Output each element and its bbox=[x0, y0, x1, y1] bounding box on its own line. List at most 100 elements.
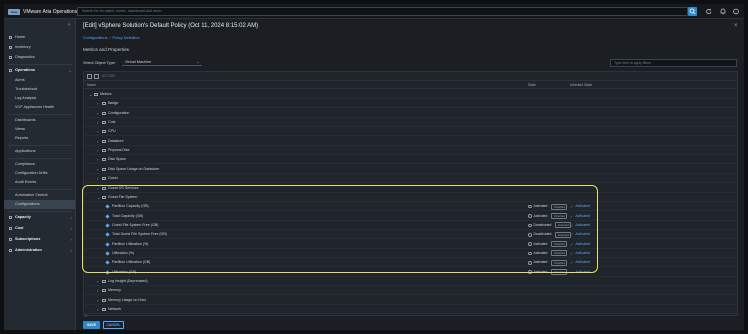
breadcrumb-policy-definition[interactable]: Policy Definition bbox=[113, 36, 140, 40]
folder-row[interactable]: › Guest OS Services bbox=[84, 184, 737, 193]
sidebar-item-reports[interactable]: Reports bbox=[4, 134, 75, 143]
collapse-sidebar-button[interactable]: « bbox=[65, 22, 73, 28]
folder-row[interactable]: › Log Insight (Deprecated) bbox=[84, 277, 737, 286]
folder-row[interactable]: › CPU bbox=[84, 127, 737, 137]
sidebar-section-operations[interactable]: Operations ⌄ bbox=[4, 66, 75, 75]
inherited-state: ✓ Activated bbox=[570, 249, 590, 258]
metric-row[interactable]: Guest File System Free (GB) Deactivated In… bbox=[84, 221, 737, 230]
state-selector[interactable]: Activated Inherited bbox=[528, 249, 568, 258]
chevron-right-icon[interactable]: › bbox=[97, 305, 98, 314]
metric-row[interactable]: Total Guest File System Free (GB) Deactiv… bbox=[84, 230, 737, 240]
chevron-right-icon[interactable]: › bbox=[97, 99, 98, 108]
folder-row[interactable]: › Guest bbox=[84, 174, 737, 184]
sidebar-item-configurations[interactable]: Configurations bbox=[4, 200, 75, 209]
folder-row[interactable]: ⌄ Guest File System bbox=[84, 193, 737, 202]
sidebar-section-cost[interactable]: Cost › bbox=[4, 224, 75, 233]
help-icon[interactable] bbox=[732, 7, 740, 16]
sidebar-item-automation-central[interactable]: Automation Central bbox=[4, 191, 75, 200]
chevron-right-icon[interactable]: › bbox=[97, 174, 98, 183]
state-radio[interactable] bbox=[528, 214, 532, 218]
folder-row[interactable]: › Disk Space Usage on Datastore bbox=[84, 165, 737, 174]
sidebar-item-audit-events[interactable]: Audit Events bbox=[4, 178, 75, 187]
metric-row[interactable]: Partition Utilization (GB) Activated Inher… bbox=[84, 258, 737, 268]
chevron-down-icon[interactable]: ⌄ bbox=[89, 90, 92, 99]
sidebar-item-vcf-appliances-health[interactable]: VCF Appliances Health bbox=[4, 103, 75, 112]
metric-row[interactable]: Utilization (GB) Activated Inherited ✓ Activ… bbox=[84, 268, 737, 277]
state-radio[interactable] bbox=[528, 223, 532, 228]
folder-row[interactable]: › Network bbox=[84, 305, 737, 315]
column-header-name[interactable]: Name bbox=[87, 82, 96, 89]
chevron-down-icon[interactable]: ⌄ bbox=[97, 193, 100, 202]
chevron-right-icon[interactable]: › bbox=[97, 277, 98, 286]
chevron-right-icon[interactable]: › bbox=[97, 137, 98, 146]
state-selector[interactable]: Activated Inherited bbox=[528, 240, 568, 249]
edit-icon[interactable] bbox=[94, 74, 99, 79]
folder-row[interactable]: › Cost bbox=[84, 118, 737, 128]
folder-row[interactable]: › Memory Usage on Host bbox=[84, 296, 737, 305]
state-selector[interactable]: Activated Inherited bbox=[528, 212, 568, 221]
state-radio[interactable] bbox=[528, 261, 532, 265]
sidebar-item-views[interactable]: Views bbox=[4, 125, 75, 134]
state-radio[interactable] bbox=[528, 242, 532, 246]
state-radio[interactable] bbox=[528, 233, 532, 237]
bell-icon[interactable] bbox=[719, 7, 727, 16]
folder-row[interactable]: › Disk Space bbox=[84, 155, 737, 165]
sidebar-section-administration[interactable]: Administration › bbox=[4, 246, 75, 255]
cancel-button[interactable]: CANCEL bbox=[103, 321, 124, 329]
global-search-input[interactable]: Search for an object, metric, dashboard … bbox=[77, 7, 688, 16]
sidebar-item-dashboards[interactable]: Dashboards bbox=[4, 116, 75, 125]
sidebar-item-configuration-drifts[interactable]: Configuration Drifts bbox=[4, 169, 75, 178]
sidebar-item-home[interactable]: Home bbox=[4, 33, 75, 42]
search-button[interactable] bbox=[688, 7, 697, 16]
state-selector[interactable]: Activated Inherited bbox=[528, 268, 568, 277]
folder-row[interactable]: › Configuration bbox=[84, 109, 737, 118]
chevron-right-icon[interactable]: › bbox=[97, 165, 98, 174]
chevron-right-icon[interactable]: › bbox=[97, 286, 98, 295]
chevron-right-icon[interactable]: › bbox=[97, 184, 98, 193]
sidebar-item-inventory[interactable]: Inventory bbox=[4, 43, 75, 52]
sidebar-item-diagnostics[interactable]: Diagnostics bbox=[4, 53, 75, 62]
sidebar-item-compliance[interactable]: Compliance bbox=[4, 160, 75, 169]
sidebar-item-applications[interactable]: Applications bbox=[4, 147, 75, 156]
sidebar-section-subscriptions[interactable]: Subscriptions › bbox=[4, 235, 75, 244]
save-button[interactable]: SAVE bbox=[83, 321, 100, 329]
metric-row[interactable]: Utilization (%) Activated Inherited ✓ Activa… bbox=[84, 249, 737, 258]
metric-row[interactable]: Partition Utilization (%) Activated Inheri… bbox=[84, 240, 737, 249]
metric-row[interactable]: Total Capacity (GB) Activated Inherited ✓ Ac… bbox=[84, 212, 737, 221]
folder-row[interactable]: › Badge bbox=[84, 99, 737, 109]
state-selector[interactable]: Deactivated Inherited bbox=[528, 221, 572, 230]
sidebar-item-log-analysis[interactable]: Log Analysis bbox=[4, 94, 75, 103]
sidebar-item-troubleshoot[interactable]: Troubleshoot bbox=[4, 85, 75, 94]
chevron-right-icon[interactable]: › bbox=[97, 109, 98, 118]
folder-row[interactable]: › Capacity Analytics Generated bbox=[84, 314, 737, 315]
object-type-select[interactable]: Virtual Machine ⌄ bbox=[122, 58, 202, 66]
sidebar-item-alerts[interactable]: Alerts bbox=[4, 76, 75, 85]
folder-row[interactable]: › Physical Disk bbox=[84, 146, 737, 156]
folder-row[interactable]: › Datastore bbox=[84, 137, 737, 146]
brand[interactable]: vmw VMware Aria Operations bbox=[8, 7, 77, 16]
folder-row[interactable]: › Memory bbox=[84, 286, 737, 296]
state-selector[interactable]: Activated Inherited bbox=[528, 202, 568, 211]
select-all-icon[interactable] bbox=[87, 74, 92, 79]
chevron-right-icon[interactable]: › bbox=[97, 314, 98, 315]
breadcrumb-configurations[interactable]: Configurations bbox=[83, 36, 107, 40]
state-radio[interactable] bbox=[528, 270, 532, 274]
refresh-icon[interactable] bbox=[705, 7, 713, 16]
close-icon[interactable]: × bbox=[734, 23, 738, 29]
filter-input[interactable]: Type here to apply filters bbox=[610, 59, 737, 67]
state-selector[interactable]: Deactivated Inherited bbox=[528, 230, 572, 239]
state-radio[interactable] bbox=[528, 204, 532, 209]
chevron-right-icon[interactable]: › bbox=[97, 296, 98, 305]
folder-row[interactable]: ⌄ Metrics bbox=[84, 90, 737, 99]
state-radio[interactable] bbox=[528, 251, 532, 256]
state-selector[interactable]: Activated Inherited bbox=[528, 258, 568, 267]
column-header-inherited-state[interactable]: Inherited State bbox=[570, 82, 592, 89]
chevron-right-icon[interactable]: › bbox=[97, 127, 98, 136]
metric-row[interactable]: Partition Capacity (GB) Activated Inherite… bbox=[84, 202, 737, 212]
chevron-right-icon[interactable]: › bbox=[97, 118, 98, 127]
column-header-state[interactable]: State bbox=[528, 82, 536, 89]
chevron-right-icon[interactable]: › bbox=[97, 155, 98, 164]
sidebar-section-capacity[interactable]: Capacity › bbox=[4, 213, 75, 222]
action-menu[interactable]: ACTION bbox=[102, 73, 115, 80]
chevron-right-icon[interactable]: › bbox=[97, 146, 98, 155]
